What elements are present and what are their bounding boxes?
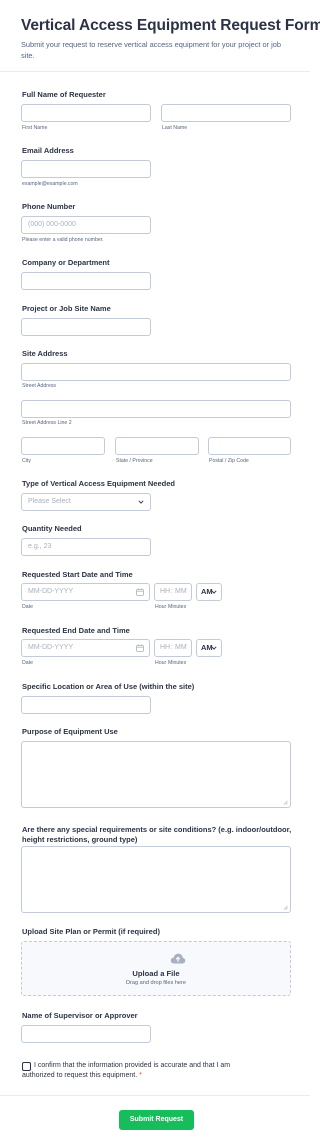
upload-label: Upload Site Plan or Permit (if required) [22,927,160,936]
last-name-sublabel: Last Name [162,125,188,131]
form-header: Vertical Access Equipment Request Form S… [0,0,320,72]
required-mark: * [139,1071,142,1079]
calendar-icon[interactable] [136,644,144,652]
calendar-icon[interactable] [136,588,144,596]
street-address-line2-input[interactable] [21,400,291,418]
purpose-label: Purpose of Equipment Use [22,727,118,736]
equipment-type-selected: Please Select [28,498,71,505]
requirements-label: Are there any special requirements or si… [22,825,292,844]
start-date-label: Requested Start Date and Time [22,570,133,579]
state-sublabel: State / Province [116,458,153,464]
quantity-input[interactable]: e.g., 23 [21,538,151,556]
footer-divider [0,1095,310,1096]
confirm-label: I confirm that the information provided … [22,1061,262,1080]
full-name-label: Full Name of Requester [22,90,106,99]
end-hour-sublabel: Hour [155,660,167,666]
company-input[interactable] [21,272,151,290]
city-sublabel: City [22,458,31,464]
first-name-sublabel: First Name [22,125,48,131]
equipment-type-select[interactable]: Please Select [21,493,151,511]
last-name-input[interactable] [161,104,291,122]
equipment-type-label: Type of Vertical Access Equipment Needed [22,479,175,488]
supervisor-input[interactable] [21,1025,151,1043]
submit-button[interactable]: Submit Request [119,1110,194,1130]
location-label: Specific Location or Area of Use (within… [22,682,195,691]
purpose-textarea[interactable] [21,741,291,808]
project-label: Project or Job Site Name [22,304,111,313]
chevron-down-icon [138,500,144,504]
confirm-text: I confirm that the information provided … [22,1062,231,1079]
quantity-placeholder: e.g., 23 [28,543,52,550]
start-ampm-select[interactable]: AM [196,583,222,601]
phone-label: Phone Number [22,202,76,211]
chevron-down-icon [211,646,217,650]
start-ampm-value: AM [201,587,213,596]
end-date-placeholder: MM-DD-YYYY [28,644,74,651]
phone-input[interactable]: (000) 000-0000 [21,216,151,234]
resize-handle-icon[interactable] [283,800,288,805]
upload-dropzone[interactable]: Upload a File Drag and drop files here [21,941,291,996]
phone-sublabel: Please enter a valid phone number. [22,237,104,243]
first-name-input[interactable] [21,104,151,122]
state-input[interactable] [115,437,199,455]
chevron-down-icon [211,590,217,594]
end-ampm-select[interactable]: AM [196,639,222,657]
email-input[interactable] [21,160,151,178]
supervisor-label: Name of Supervisor or Approver [22,1011,138,1020]
resize-handle-icon[interactable] [283,905,288,910]
end-ampm-value: AM [201,643,213,652]
requirements-textarea[interactable] [21,846,291,913]
start-date-placeholder: MM-DD-YYYY [28,588,74,595]
zip-input[interactable] [208,437,291,455]
start-time-input[interactable]: HH : MM [154,583,192,601]
start-minutes-sublabel: Minutes [168,604,187,610]
email-label: Email Address [22,146,74,155]
start-hour-placeholder: HH [160,588,171,595]
end-date-sublabel: Date [22,660,33,666]
start-date-sublabel: Date [22,604,33,610]
end-date-label: Requested End Date and Time [22,626,130,635]
site-address-label: Site Address [22,349,68,358]
upload-title: Upload a File [132,969,180,978]
company-label: Company or Department [22,258,110,267]
start-date-input[interactable]: MM-DD-YYYY [21,583,150,601]
end-hour-placeholder: HH [160,644,171,651]
start-minute-placeholder: MM [175,588,187,595]
cloud-upload-icon [170,953,186,964]
street-address-input[interactable] [21,363,291,381]
quantity-label: Quantity Needed [22,524,82,533]
end-minute-placeholder: MM [175,644,187,651]
form-subtitle: Submit your request to reserve vertical … [21,40,282,60]
location-input[interactable] [21,696,151,714]
start-hour-sublabel: Hour [155,604,167,610]
end-minutes-sublabel: Minutes [168,660,187,666]
street-address-sublabel: Street Address [22,383,57,389]
street-address-line2-sublabel: Street Address Line 2 [22,420,72,426]
email-sublabel: example@example.com [22,181,78,187]
project-input[interactable] [21,318,151,336]
end-time-input[interactable]: HH : MM [154,639,192,657]
city-input[interactable] [21,437,105,455]
upload-subtitle: Drag and drop files here [125,980,186,986]
zip-sublabel: Postal / Zip Code [209,458,249,464]
phone-placeholder: (000) 000-0000 [28,221,76,228]
end-date-input[interactable]: MM-DD-YYYY [21,639,150,657]
form-title: Vertical Access Equipment Request Form [21,17,320,34]
